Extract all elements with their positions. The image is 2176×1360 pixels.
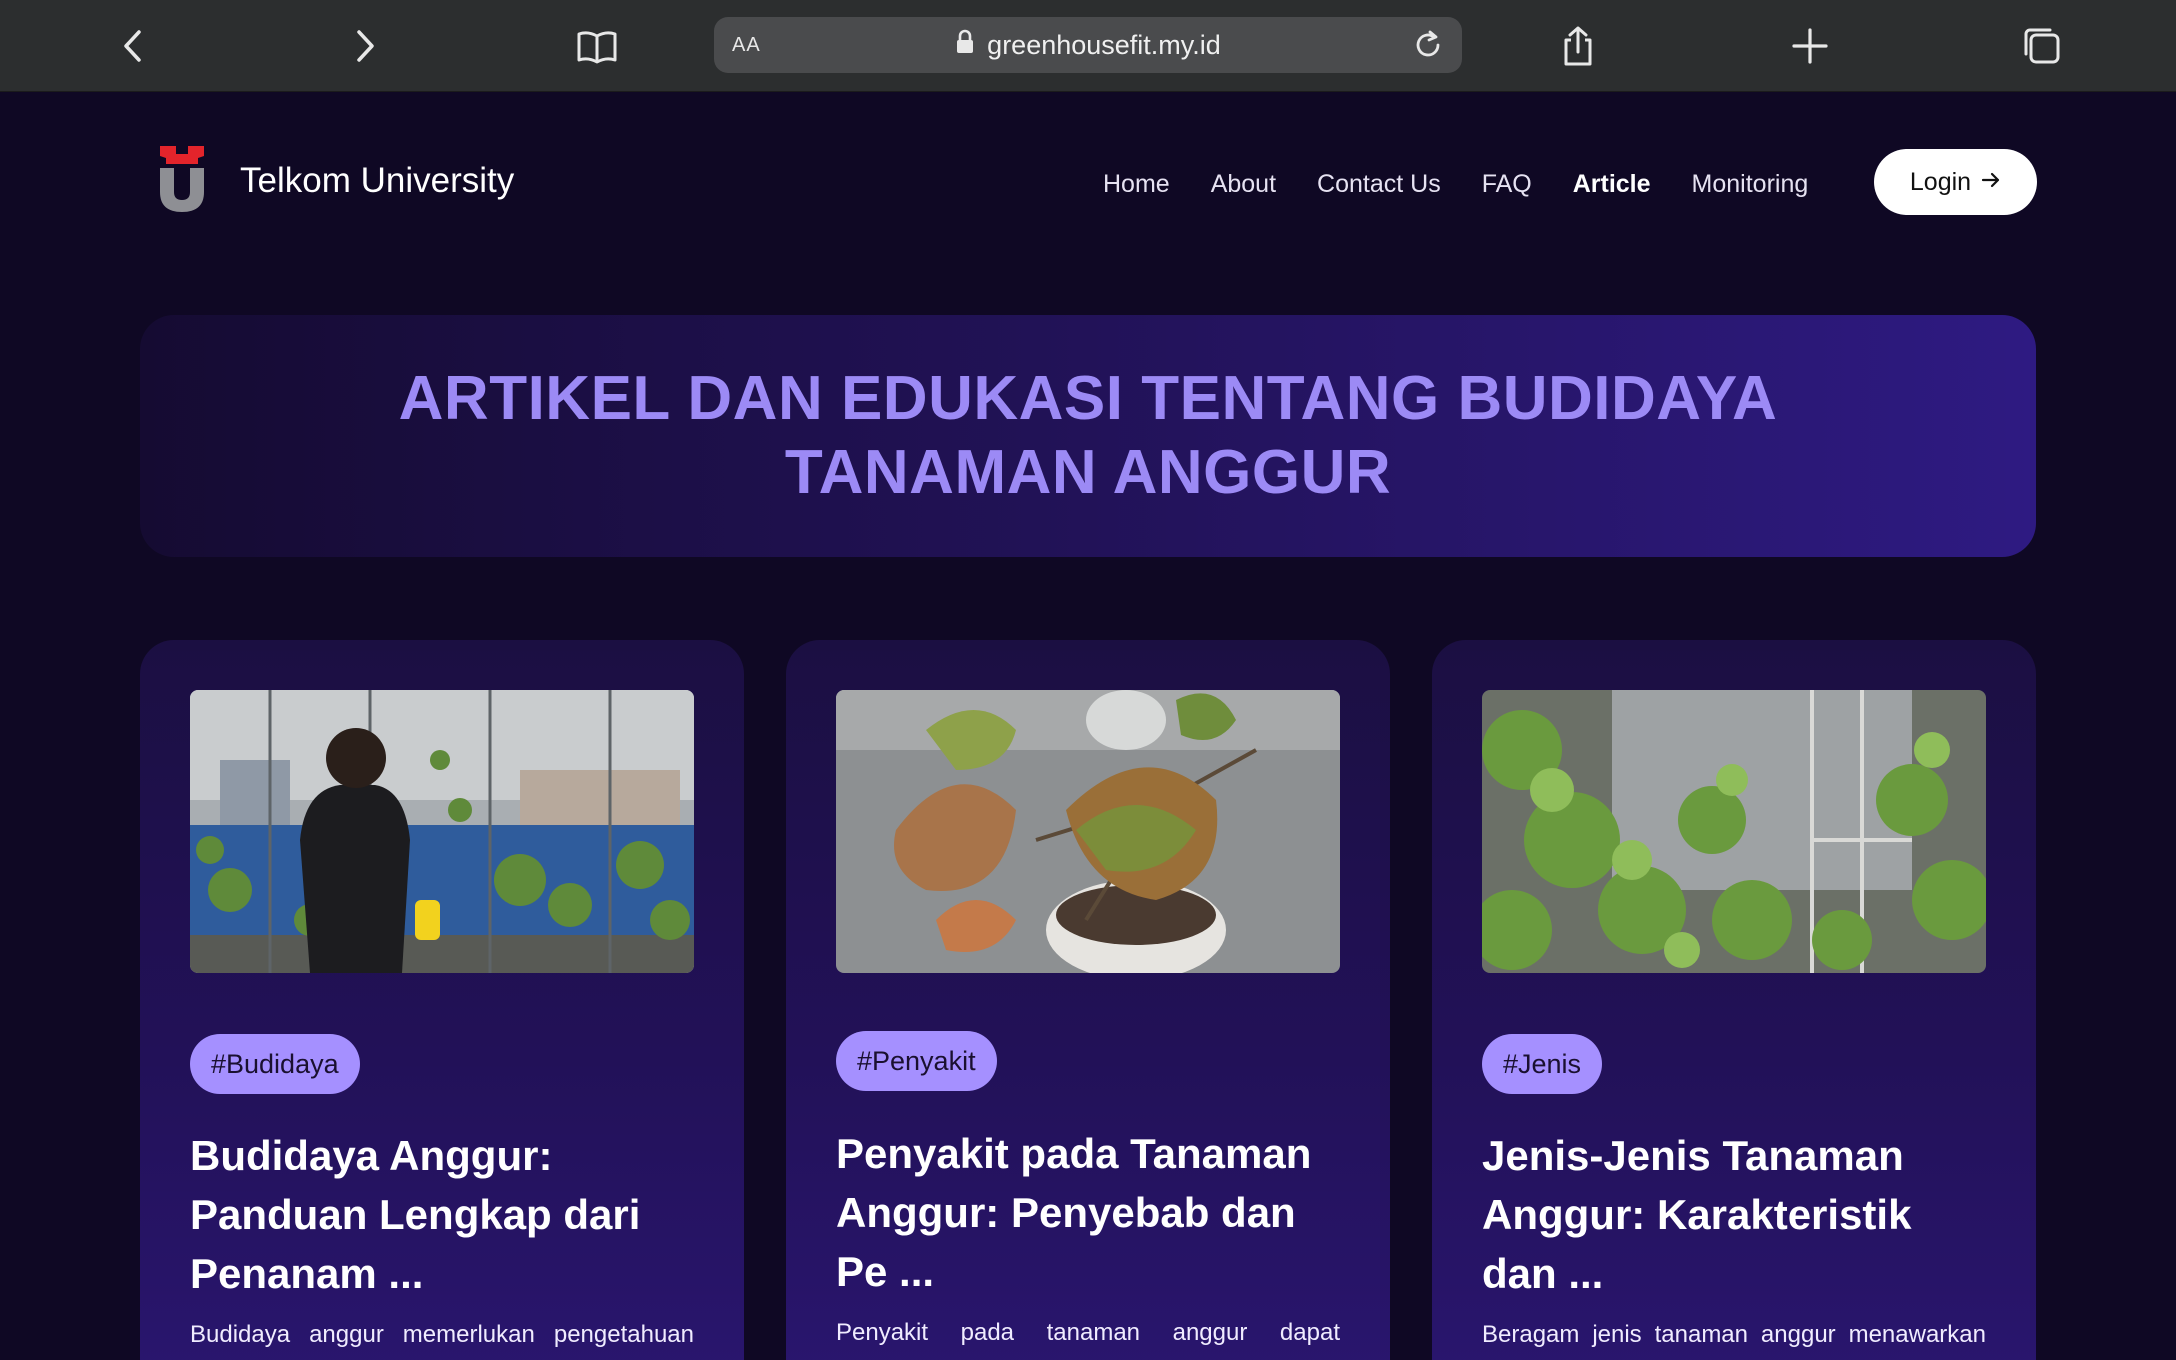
article-card[interactable]: #Budidaya Budidaya Anggur: Panduan Lengk…: [140, 640, 744, 1360]
nav-home[interactable]: Home: [1103, 170, 1170, 199]
article-image-diseased-leaves[interactable]: [836, 690, 1340, 973]
article-excerpt: Budidaya anggur memerlukan pengetahuan: [190, 1321, 694, 1348]
article-image-grape-vines[interactable]: [1482, 690, 1986, 973]
login-button[interactable]: Login: [1874, 149, 2037, 215]
category-tag[interactable]: #Budidaya: [190, 1034, 360, 1094]
arrow-right-icon: [1981, 168, 2001, 197]
forward-icon[interactable]: [332, 14, 396, 78]
address-bar[interactable]: AA greenhousefit.my.id: [714, 17, 1462, 73]
article-excerpt: Beragam jenis tanaman anggur menawarkan: [1482, 1321, 1986, 1348]
telkom-logo-icon: [156, 144, 208, 219]
nav-article[interactable]: Article: [1573, 170, 1651, 199]
article-title[interactable]: Penyakit pada Tanaman Anggur: Penyebab d…: [836, 1124, 1346, 1301]
share-icon[interactable]: [1546, 14, 1610, 78]
url-text: greenhousefit.my.id: [987, 29, 1221, 60]
bookmarks-icon[interactable]: [565, 14, 629, 78]
category-tag[interactable]: #Penyakit: [836, 1031, 997, 1091]
nav-contact-us[interactable]: Contact Us: [1317, 170, 1441, 199]
category-tag[interactable]: #Jenis: [1482, 1034, 1603, 1094]
main-nav: Home About Contact Us FAQ Article Monito…: [1103, 164, 1808, 204]
brand-name: Telkom University: [240, 161, 515, 200]
nav-about[interactable]: About: [1211, 170, 1276, 199]
login-label: Login: [1909, 167, 1972, 196]
new-tab-icon[interactable]: [1778, 14, 1842, 78]
article-title[interactable]: Budidaya Anggur: Panduan Lengkap dari Pe…: [190, 1126, 700, 1303]
article-image-greenhouse-worker[interactable]: [190, 690, 694, 973]
site-header: Telkom University Home About Contact Us …: [0, 92, 2176, 272]
article-excerpt: Penyakit pada tanaman anggur dapat: [836, 1319, 1340, 1346]
reload-icon[interactable]: [1408, 25, 1448, 65]
lock-icon: [955, 29, 975, 62]
article-card[interactable]: #Jenis Jenis-Jenis Tanaman Anggur: Karak…: [1432, 640, 2036, 1360]
browser-toolbar: AA greenhousefit.my.id: [0, 0, 2176, 92]
tabs-icon[interactable]: [2010, 14, 2074, 78]
back-icon[interactable]: [102, 14, 166, 78]
hero-banner: ARTIKEL DAN EDUKASI TENTANG BUDIDAYA TAN…: [140, 315, 2036, 557]
article-card[interactable]: #Penyakit Penyakit pada Tanaman Anggur: …: [786, 640, 1390, 1360]
nav-monitoring[interactable]: Monitoring: [1692, 170, 1809, 199]
nav-faq[interactable]: FAQ: [1482, 170, 1532, 199]
page-title: ARTIKEL DAN EDUKASI TENTANG BUDIDAYA TAN…: [398, 364, 1778, 507]
article-title[interactable]: Jenis-Jenis Tanaman Anggur: Karakteristi…: [1482, 1126, 1992, 1303]
brand[interactable]: Telkom University: [156, 144, 515, 219]
